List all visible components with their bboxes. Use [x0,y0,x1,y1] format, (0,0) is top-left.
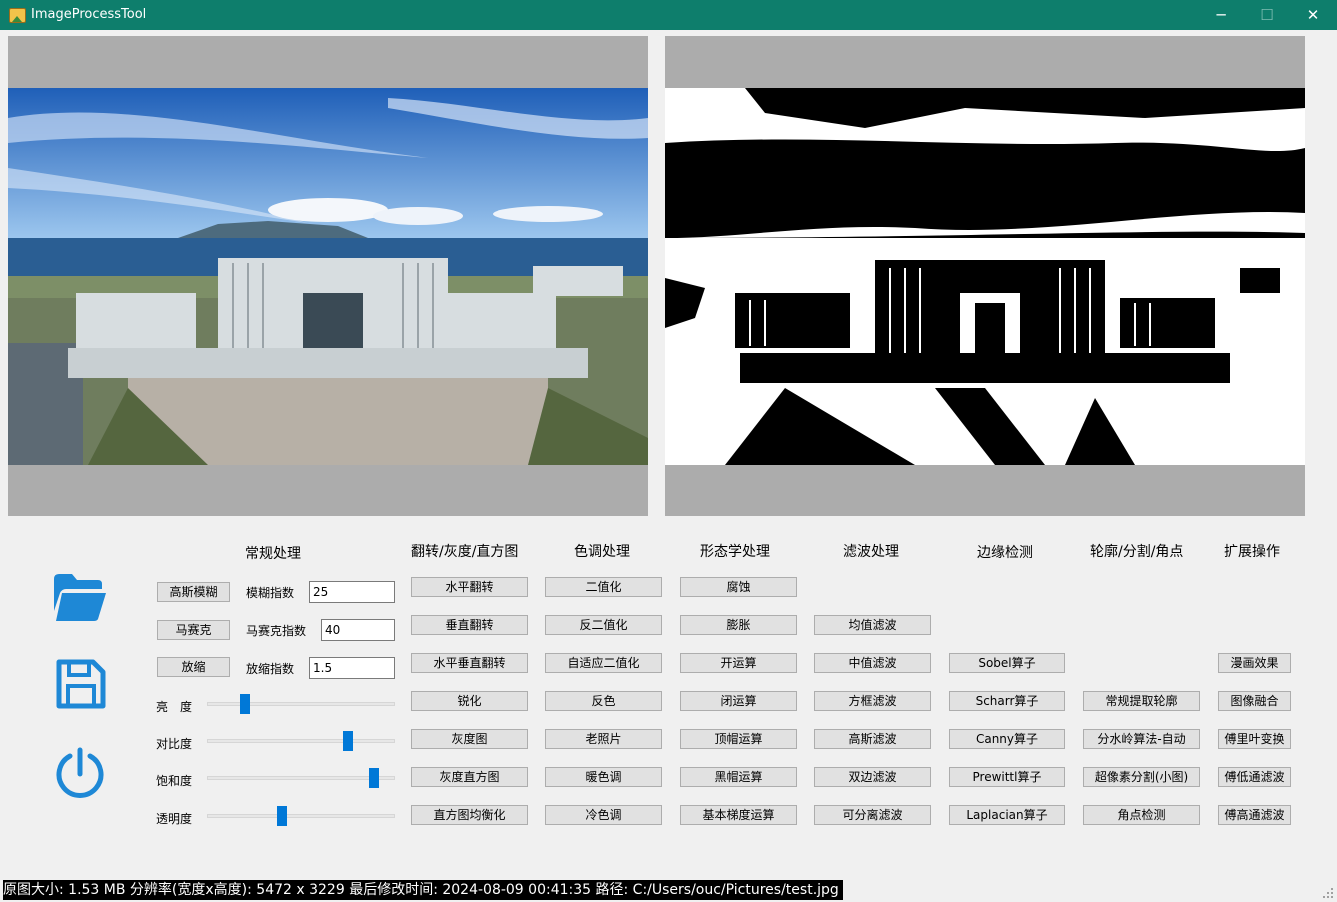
fourier-highpass-button[interactable]: 傅高通滤波 [1218,805,1291,825]
contrast-label: 对比度 [156,737,193,751]
gauss-blur-label: 模糊指数 [246,586,295,600]
tophat-button[interactable]: 顶帽运算 [680,729,797,749]
contour-extract-button[interactable]: 常规提取轮廓 [1083,691,1200,711]
flip-both-button[interactable]: 水平垂直翻转 [411,653,528,673]
section-tone: 色调处理 [574,544,630,560]
minimize-button[interactable]: ─ [1198,0,1244,30]
gradient-button[interactable]: 基本梯度运算 [680,805,797,825]
sobel-button[interactable]: Sobel算子 [949,653,1065,673]
box-filter-button[interactable]: 方框滤波 [814,691,931,711]
zoom-label: 放缩指数 [246,662,295,676]
brightness-label: 亮 度 [156,700,193,714]
saturation-thumb[interactable] [368,768,379,788]
folder-open-icon[interactable] [52,571,108,623]
section-regular: 常规处理 [245,546,301,562]
closing-button[interactable]: 闭运算 [680,691,797,711]
contrast-slider[interactable] [207,731,395,751]
gauss-blur-input[interactable]: 25 [309,581,395,603]
mosaic-label: 马赛克指数 [246,624,307,638]
opacity-label: 透明度 [156,812,193,826]
canny-button[interactable]: Canny算子 [949,729,1065,749]
resize-grip-icon[interactable] [1322,887,1334,899]
watershed-button[interactable]: 分水岭算法-自动 [1083,729,1200,749]
mosaic-input[interactable]: 40 [321,619,395,641]
scharr-button[interactable]: Scharr算子 [949,691,1065,711]
window-title: ImageProcessTool [31,7,147,22]
blackhat-button[interactable]: 黑帽运算 [680,767,797,787]
invert-color-button[interactable]: 反色 [545,691,662,711]
gaussian-filter-button[interactable]: 高斯滤波 [814,729,931,749]
flip-horizontal-button[interactable]: 水平翻转 [411,577,528,597]
mean-filter-button[interactable]: 均值滤波 [814,615,931,635]
opacity-thumb[interactable] [277,806,288,826]
image-blend-button[interactable]: 图像融合 [1218,691,1291,711]
section-contour: 轮廓/分割/角点 [1090,544,1184,560]
opening-button[interactable]: 开运算 [680,653,797,673]
section-flip: 翻转/灰度/直方图 [411,544,519,560]
section-filter: 滤波处理 [843,544,899,560]
cartoon-effect-button[interactable]: 漫画效果 [1218,653,1291,673]
section-extend: 扩展操作 [1224,544,1280,560]
power-icon[interactable] [53,746,107,800]
close-button[interactable]: ✕ [1290,0,1336,30]
title-bar: ImageProcessTool ─ ☐ ✕ [0,0,1337,30]
prewitt-button[interactable]: Prewittl算子 [949,767,1065,787]
histogram-equalize-button[interactable]: 直方图均衡化 [411,805,528,825]
corner-detect-button[interactable]: 角点检测 [1083,805,1200,825]
fourier-lowpass-button[interactable]: 傅低通滤波 [1218,767,1291,787]
app-icon [9,8,26,23]
maximize-button[interactable]: ☐ [1244,0,1290,30]
gray-histogram-button[interactable]: 灰度直方图 [411,767,528,787]
sharpen-button[interactable]: 锐化 [411,691,528,711]
grayscale-button[interactable]: 灰度图 [411,729,528,749]
brightness-thumb[interactable] [240,694,251,714]
cool-tone-button[interactable]: 冷色调 [545,805,662,825]
binarize-button[interactable]: 二值化 [545,577,662,597]
brightness-slider[interactable] [207,694,395,714]
original-image [8,88,648,465]
zoom-input[interactable]: 1.5 [309,657,395,679]
superpixel-button[interactable]: 超像素分割(小图) [1083,767,1200,787]
saturation-slider[interactable] [207,768,395,788]
inverse-binarize-button[interactable]: 反二值化 [545,615,662,635]
original-image-pane [8,36,648,516]
gauss-blur-button[interactable]: 高斯模糊 [157,582,230,602]
warm-tone-button[interactable]: 暖色调 [545,767,662,787]
section-morph: 形态学处理 [700,544,770,560]
median-filter-button[interactable]: 中值滤波 [814,653,931,673]
fourier-transform-button[interactable]: 傅里叶变换 [1218,729,1291,749]
erode-button[interactable]: 腐蚀 [680,577,797,597]
status-bar: 原图大小: 1.53 MB 分辨率(宽度x高度): 5472 x 3229 最后… [3,880,843,900]
dilate-button[interactable]: 膨胀 [680,615,797,635]
zoom-button[interactable]: 放缩 [157,657,230,677]
processed-image [665,88,1305,465]
separable-filter-button[interactable]: 可分离滤波 [814,805,931,825]
bilateral-filter-button[interactable]: 双边滤波 [814,767,931,787]
saturation-label: 饱和度 [156,774,193,788]
adaptive-binarize-button[interactable]: 自适应二值化 [545,653,662,673]
flip-vertical-button[interactable]: 垂直翻转 [411,615,528,635]
laplacian-button[interactable]: Laplacian算子 [949,805,1065,825]
mosaic-button[interactable]: 马赛克 [157,620,230,640]
old-photo-button[interactable]: 老照片 [545,729,662,749]
contrast-thumb[interactable] [342,731,353,751]
save-icon[interactable] [55,658,107,710]
processed-image-pane [665,36,1305,516]
section-edge: 边缘检测 [977,545,1033,561]
opacity-slider[interactable] [207,806,395,826]
